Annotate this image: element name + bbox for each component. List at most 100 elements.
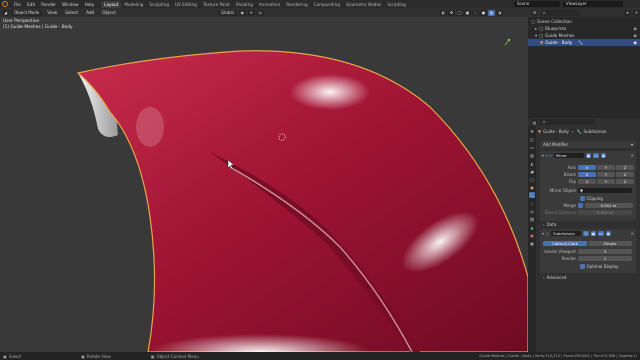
menu-window[interactable]: Window — [59, 2, 82, 7]
tab-texture-paint[interactable]: Texture Paint — [200, 1, 233, 8]
tab-modeling[interactable]: Modeling — [121, 1, 146, 8]
render-toggle-icon[interactable]: ◉ — [600, 152, 607, 159]
menu-render[interactable]: Render — [38, 2, 59, 7]
flip-y-toggle[interactable]: Y — [597, 178, 615, 185]
properties-search-input[interactable]: ⌕ — [540, 119, 595, 125]
data-tab-icon[interactable]: ▲ — [529, 224, 535, 230]
render-toggle-icon[interactable]: ◉ — [605, 230, 612, 237]
visibility-eye-icon[interactable]: ◉ — [633, 40, 637, 45]
expand-arrow-icon[interactable]: ▾ — [535, 33, 537, 38]
xray-icon[interactable]: ▣ — [464, 9, 471, 16]
output-tab-icon[interactable]: ▭ — [529, 144, 535, 150]
view-layer-tab-icon[interactable]: ▨ — [529, 152, 535, 158]
material-tab-icon[interactable]: ● — [529, 232, 535, 238]
render-levels-field[interactable]: 2 — [578, 255, 632, 262]
close-icon[interactable]: ✕ — [631, 153, 634, 158]
catmull-clark-button[interactable]: Catmull-Clark — [543, 240, 587, 247]
axis-y-toggle[interactable]: Y — [597, 164, 615, 171]
menu-file[interactable]: File — [11, 2, 24, 7]
3d-viewport[interactable]: User Perspective (1) Guide Meshes | Guid… — [0, 17, 528, 352]
modifier-icon[interactable]: 🔧 — [578, 40, 583, 46]
bisect-distance-field[interactable]: 0.001 m — [578, 209, 632, 216]
bisect-y-toggle[interactable]: Y — [597, 171, 615, 178]
mirror-object-field[interactable]: ▼ — [578, 187, 632, 194]
tab-animation[interactable]: Animation — [256, 1, 283, 8]
proportional-edit-icon[interactable]: ◎ — [256, 9, 264, 16]
viewport-menu-view[interactable]: View — [44, 10, 60, 15]
menu-help[interactable]: Help — [82, 2, 98, 7]
simple-button[interactable]: Simple — [588, 240, 632, 247]
clipping-checkbox[interactable] — [580, 196, 585, 201]
merge-distance-field[interactable]: 0.001 m — [584, 202, 633, 209]
expand-arrow-icon[interactable]: ▸ — [535, 26, 537, 31]
advanced-subpanel[interactable]: › Advanced — [543, 274, 635, 281]
tool-tab-icon[interactable]: ⚒ — [529, 128, 535, 134]
flip-x-toggle[interactable]: X — [578, 178, 596, 185]
editor-type-icon[interactable]: ◢ — [2, 9, 9, 16]
outliner-search-input[interactable]: ⌕ — [540, 9, 580, 16]
visibility-eye-icon[interactable]: ◉ — [633, 26, 637, 31]
tab-uv-editing[interactable]: UV Editing — [172, 1, 200, 8]
tab-geometry-nodes[interactable]: Geometry Nodes — [343, 1, 384, 8]
render-tab-icon[interactable]: ◫ — [529, 136, 535, 142]
material-preview-icon[interactable]: ◍ — [488, 9, 495, 16]
view-layer-selector[interactable]: ViewLayer — [563, 1, 623, 7]
properties-editor-icon[interactable]: ▤ — [531, 119, 538, 125]
tab-compositing[interactable]: Compositing — [311, 1, 343, 8]
scene-tab-icon[interactable]: ◭ — [529, 160, 535, 166]
tab-shading[interactable]: Shading — [233, 1, 256, 8]
viewport-toggle-icon[interactable]: ▭ — [598, 230, 604, 237]
overlay-icon[interactable]: ◯ — [456, 9, 463, 16]
merge-checkbox[interactable] — [578, 203, 583, 208]
object-tab-icon[interactable]: ▣ — [529, 184, 535, 190]
outliner-row-scene-collection[interactable]: ▢ Scene Collection — [528, 18, 640, 25]
new-collection-icon[interactable]: + — [633, 9, 640, 16]
world-tab-icon[interactable]: ◕ — [529, 168, 535, 174]
tab-layout[interactable]: Layout — [101, 0, 122, 8]
texture-tab-icon[interactable]: ▦ — [529, 240, 535, 246]
axis-x-toggle[interactable]: X — [578, 164, 596, 171]
scene-selector[interactable]: Scene — [514, 1, 560, 7]
tab-scripting[interactable]: Scripting — [384, 1, 409, 8]
outliner-row-guide-body[interactable]: ▼ Guide - Body 🔧 ◉ — [528, 39, 640, 46]
visibility-icon[interactable]: ◐ — [440, 9, 447, 16]
tab-rendering[interactable]: Rendering — [283, 1, 310, 8]
rendered-shading-icon[interactable]: ◑ — [496, 9, 503, 16]
outliner-editor-icon[interactable]: ☰ — [531, 9, 538, 16]
bisect-x-toggle[interactable]: X — [578, 171, 596, 178]
outliner-row-blueprints[interactable]: ▸ ▢ Blueprints ◉ — [528, 25, 640, 32]
visibility-eye-icon[interactable]: ◉ — [633, 33, 637, 38]
pivot-icon[interactable]: ◉ — [238, 9, 246, 16]
viewport-menu-select[interactable]: Select — [62, 10, 81, 15]
mode-selector[interactable]: Object Mode — [11, 9, 43, 16]
modifier-name-field[interactable]: Mirror — [553, 152, 584, 159]
physics-tab-icon[interactable]: ◎ — [529, 208, 535, 214]
constraints-tab-icon[interactable]: ⛓ — [529, 216, 535, 222]
edit-mode-toggle-icon[interactable]: ▣ — [585, 152, 592, 159]
blender-logo-icon[interactable] — [2, 1, 8, 7]
axis-z-toggle[interactable]: Z — [616, 164, 634, 171]
collapse-arrow-icon[interactable]: ▾ — [542, 231, 544, 236]
levels-viewport-field[interactable]: 3 — [578, 248, 632, 255]
viewport-menu-add[interactable]: Add — [83, 10, 97, 15]
solid-shading-icon[interactable]: ● — [480, 9, 487, 16]
collection-tab-icon[interactable]: ▢ — [529, 176, 535, 182]
add-modifier-button[interactable]: Add Modifier ▾ — [540, 141, 636, 148]
outliner-row-guide-meshes[interactable]: ▾ ▢ Guide Meshes ◉ — [528, 32, 640, 39]
wireframe-shading-icon[interactable]: ◌ — [472, 9, 479, 16]
snap-icon[interactable]: ⌖ — [247, 9, 255, 16]
optimal-display-checkbox[interactable] — [580, 264, 585, 269]
on-cage-toggle-icon[interactable]: ▽ — [583, 230, 589, 237]
edit-mode-toggle-icon[interactable]: ▣ — [590, 230, 597, 237]
modifier-tab-icon[interactable]: 🔧 — [529, 192, 535, 198]
collapse-arrow-icon[interactable]: ▾ — [542, 153, 544, 158]
flip-z-toggle[interactable]: Z — [616, 178, 634, 185]
close-icon[interactable]: ✕ — [631, 231, 634, 236]
gizmo-icon[interactable]: ✥ — [448, 9, 455, 16]
menu-edit[interactable]: Edit — [24, 2, 38, 7]
viewport-toggle-icon[interactable]: ▭ — [593, 152, 599, 159]
bisect-z-toggle[interactable]: Z — [616, 171, 634, 178]
data-subpanel[interactable]: › Data — [543, 221, 635, 228]
modifier-name-field[interactable]: Subdivision — [551, 230, 582, 237]
particles-tab-icon[interactable]: ⁘ — [529, 200, 535, 206]
